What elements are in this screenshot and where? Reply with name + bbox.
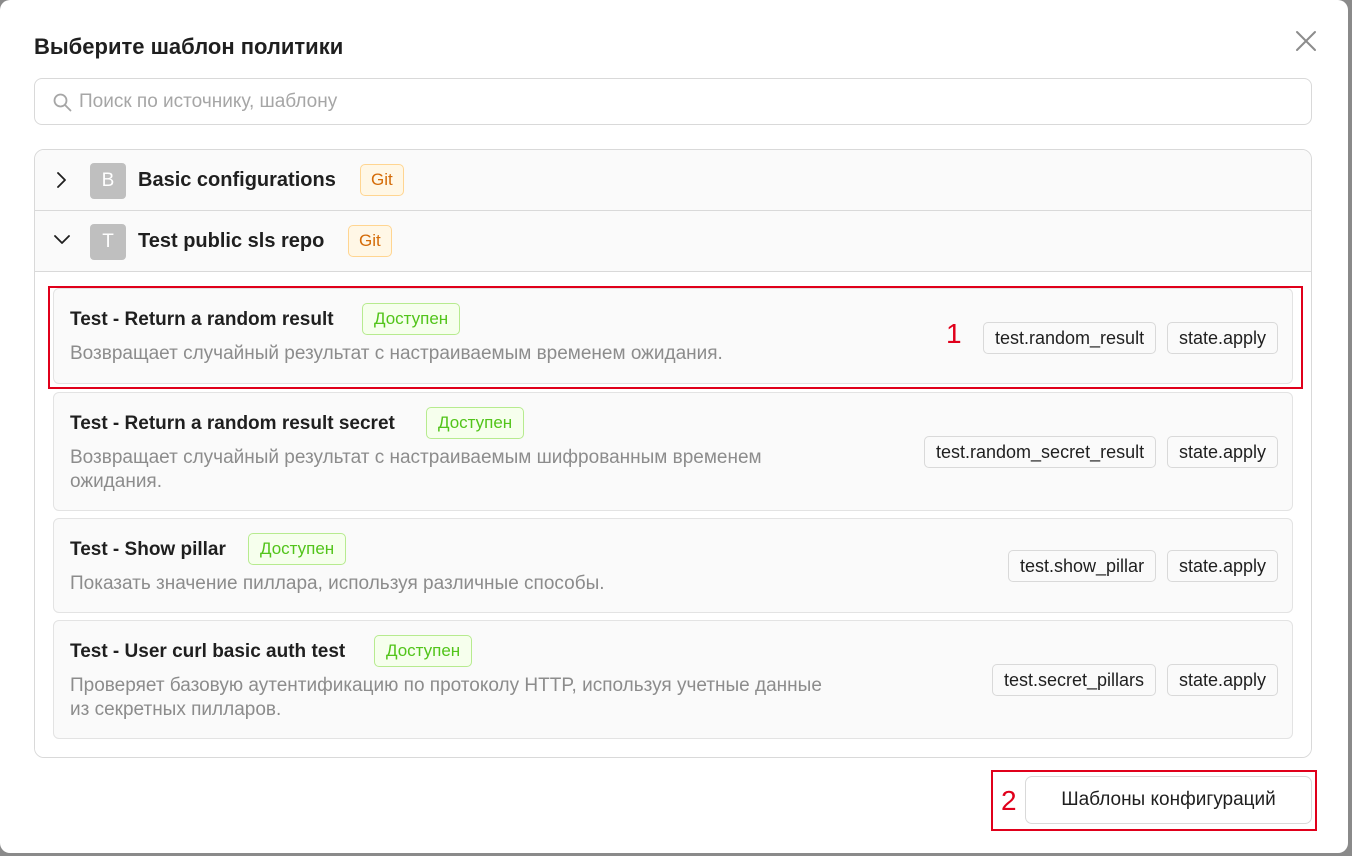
template-description: Возвращает случайный результат с настраи… (70, 343, 723, 364)
template-card-random-result[interactable]: Test - Return a random result Доступен В… (53, 288, 1293, 384)
repo-name: Test public sls repo (138, 230, 325, 252)
function-tag: test.show_pillar (1008, 550, 1157, 582)
template-card-random-result-secret[interactable]: Test - Return a random result secret Дос… (53, 392, 1293, 511)
status-badge: Доступен (362, 303, 461, 335)
template-title: Test - Return a random result secret (70, 413, 395, 434)
template-card-show-pillar[interactable]: Test - Show pillar Доступен Показать зна… (53, 518, 1293, 613)
function-tag: state.apply (1167, 550, 1279, 582)
repo-header-basic-configurations[interactable]: B Basic configurations Git (35, 150, 1311, 211)
repo-avatar: B (90, 163, 126, 199)
repo-name: Basic configurations (138, 169, 336, 191)
chevron-down-icon[interactable] (54, 233, 70, 247)
close-button[interactable] (1290, 28, 1322, 56)
template-description: Показать значение пиллара, используя раз… (70, 573, 605, 594)
annotation-marker-1: 1 (946, 318, 962, 349)
function-tag: state.apply (1167, 322, 1279, 354)
repo-avatar: T (90, 224, 126, 260)
template-title: Test - User curl basic auth test (70, 641, 346, 662)
status-badge: Доступен (248, 533, 347, 565)
function-tag: test.random_result (983, 322, 1157, 354)
repo-collapse: B Basic configurations Git T Test public… (34, 149, 1312, 758)
repo-header-test-public-sls-repo[interactable]: T Test public sls repo Git (35, 211, 1311, 272)
template-description: Возвращает случайный результат с настраи… (70, 447, 762, 492)
status-badge: Доступен (374, 635, 473, 667)
close-icon (1296, 31, 1316, 51)
search-input[interactable] (79, 87, 1279, 117)
chevron-right-icon[interactable] (54, 172, 68, 188)
function-tag: state.apply (1167, 436, 1279, 468)
policy-template-modal: Выберите шаблон политики B Basic configu… (0, 0, 1348, 853)
template-card-curl-basic-auth[interactable]: Test - User curl basic auth test Доступе… (53, 620, 1293, 739)
template-title: Test - Show pillar (70, 539, 226, 560)
modal-title: Выберите шаблон политики (34, 34, 344, 59)
status-badge: Доступен (426, 407, 525, 439)
search-icon (53, 93, 72, 112)
template-description: Проверяет базовую аутентификацию по прот… (70, 675, 822, 720)
git-tag: Git (360, 164, 404, 196)
git-tag: Git (348, 225, 392, 257)
function-tag: state.apply (1167, 664, 1279, 696)
function-tag: test.random_secret_result (924, 436, 1157, 468)
search-box[interactable] (34, 78, 1312, 125)
config-templates-button[interactable]: Шаблоны конфигураций (1025, 776, 1312, 824)
repo-templates-list: Test - Return a random result Доступен В… (35, 273, 1311, 757)
annotation-marker-2: 2 (1001, 785, 1017, 816)
function-tag: test.secret_pillars (992, 664, 1157, 696)
template-title: Test - Return a random result (70, 309, 334, 330)
